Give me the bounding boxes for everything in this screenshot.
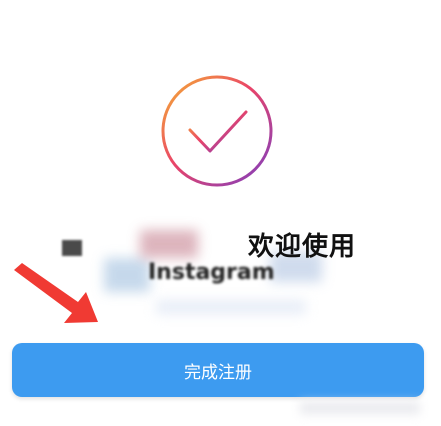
- complete-registration-button[interactable]: 完成注册: [12, 343, 424, 397]
- blurred-region: [300, 402, 420, 414]
